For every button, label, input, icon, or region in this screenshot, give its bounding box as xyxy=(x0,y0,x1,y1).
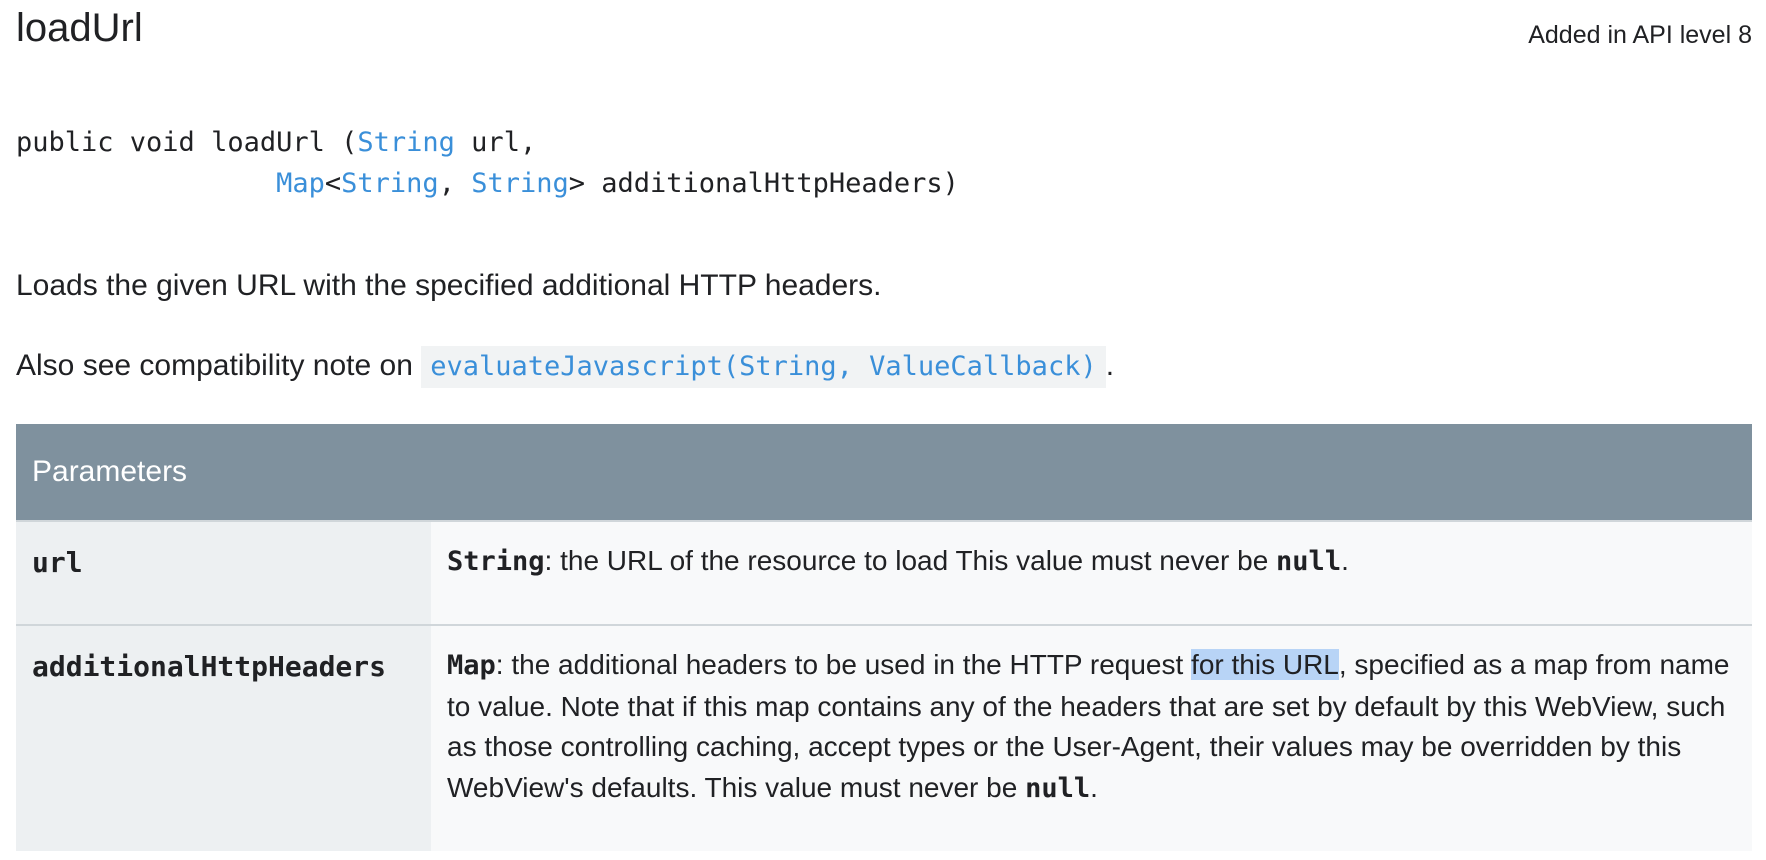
signature-param-headers: additionalHttpHeaders) xyxy=(585,168,959,199)
param-name: url xyxy=(16,521,431,626)
signature-lt: < xyxy=(324,168,342,199)
param-description: String: the URL of the resource to load … xyxy=(431,521,1752,626)
param-type: Map xyxy=(447,650,496,681)
null-keyword: null xyxy=(1025,772,1091,804)
string-type-link[interactable]: String xyxy=(357,127,455,158)
method-description: Loads the given URL with the specified a… xyxy=(16,269,882,302)
map-type-link[interactable]: Map xyxy=(276,168,325,199)
param-type: String xyxy=(447,546,545,577)
signature-gt: > xyxy=(568,168,586,199)
param-description-end: . xyxy=(1090,771,1098,803)
api-reference-page: loadUrl Added in API level 8 public void… xyxy=(16,0,1752,851)
string-type-link[interactable]: String xyxy=(341,168,439,199)
evaluate-javascript-link[interactable]: evaluateJavascript(String, ValueCallback… xyxy=(421,346,1106,388)
method-signature: public void loadUrl (String url, Map<Str… xyxy=(16,122,959,204)
table-row: additionalHttpHeaders Map: the additiona… xyxy=(16,625,1752,851)
parameters-heading: Parameters xyxy=(32,455,188,488)
text-selection[interactable]: for this URL xyxy=(1191,649,1339,680)
table-row: url String: the URL of the resource to l… xyxy=(16,521,1752,626)
signature-param-url: url, xyxy=(454,127,537,158)
compatibility-note-suffix: . xyxy=(1105,349,1115,382)
param-description-text: : the additional headers to be used in t… xyxy=(495,649,1192,680)
method-header: loadUrl Added in API level 8 xyxy=(16,0,1752,70)
method-title: loadUrl xyxy=(16,6,143,50)
string-type-link[interactable]: String xyxy=(471,168,569,199)
param-description-end: . xyxy=(1341,545,1349,576)
compatibility-note: Also see compatibility note on evaluateJ… xyxy=(16,346,1114,388)
signature-comma: , xyxy=(438,168,472,199)
api-level-label: Added in API level 8 xyxy=(1528,21,1752,49)
param-description: Map: the additional headers to be used i… xyxy=(431,625,1752,851)
signature-prefix: public void loadUrl ( xyxy=(16,127,358,158)
signature-indent xyxy=(16,168,276,199)
param-name: additionalHttpHeaders xyxy=(16,625,431,851)
parameters-table-header: Parameters xyxy=(16,424,1752,521)
parameters-table: Parameters url String: the URL of the re… xyxy=(16,424,1752,851)
param-description-text: : the URL of the resource to load This v… xyxy=(544,545,1277,576)
compatibility-note-prefix: Also see compatibility note on xyxy=(16,349,422,382)
null-keyword: null xyxy=(1276,546,1342,577)
